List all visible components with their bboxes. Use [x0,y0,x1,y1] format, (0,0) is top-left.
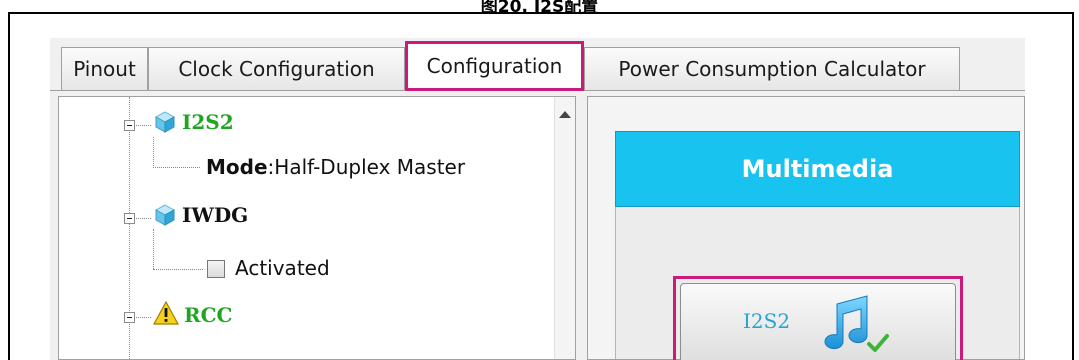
activated-label: Activated [235,256,330,280]
i2s2-button[interactable]: I2S2 [680,283,956,360]
mode-value: Half-Duplex Master [274,155,466,179]
cube-icon [154,111,176,133]
i2s2-button-label: I2S2 [743,309,791,333]
collapse-toggle-rcc[interactable] [124,312,135,323]
tab-bar: Pinout Clock Configuration Configuration… [50,38,1025,91]
tab-pinout[interactable]: Pinout [61,47,148,90]
cube-icon [154,204,176,226]
checkmark-icon [867,334,889,352]
tree-guide-line [153,229,154,269]
app-window: Pinout Clock Configuration Configuration… [50,38,1025,360]
collapse-toggle-iwdg[interactable] [124,213,135,224]
music-note-icon [824,295,889,352]
tab-power-consumption-calculator[interactable]: Power Consumption Calculator [584,47,960,90]
tree-branch-line [136,317,151,318]
tree-scrollbar[interactable] [554,97,575,359]
peripheral-label-iwdg[interactable]: IWDG [182,203,248,227]
peripheral-label-i2s2[interactable]: I2S2 [182,110,234,134]
activated-checkbox[interactable] [207,260,225,278]
peripheral-label-rcc[interactable]: RCC [184,303,232,327]
tree-branch-line [136,218,151,219]
tab-clock-configuration[interactable]: Clock Configuration [148,47,405,90]
tree-branch-line [153,269,203,270]
tab-configuration[interactable]: Configuration [405,41,584,91]
warning-icon [153,301,179,325]
tree-branch-line [136,125,151,126]
multimedia-section-header: Multimedia [615,131,1020,207]
tree-branch-line [153,167,200,168]
tree-guide-line [153,137,154,166]
mode-row: Mode:Half-Duplex Master [206,155,465,179]
peripheral-tree: I2S2 Mode:Half-Duplex Master IWDG Activa… [58,96,576,360]
mode-key-label: Mode [206,155,268,179]
collapse-toggle-i2s2[interactable] [124,120,135,131]
scroll-up-arrow-icon[interactable] [559,111,571,118]
